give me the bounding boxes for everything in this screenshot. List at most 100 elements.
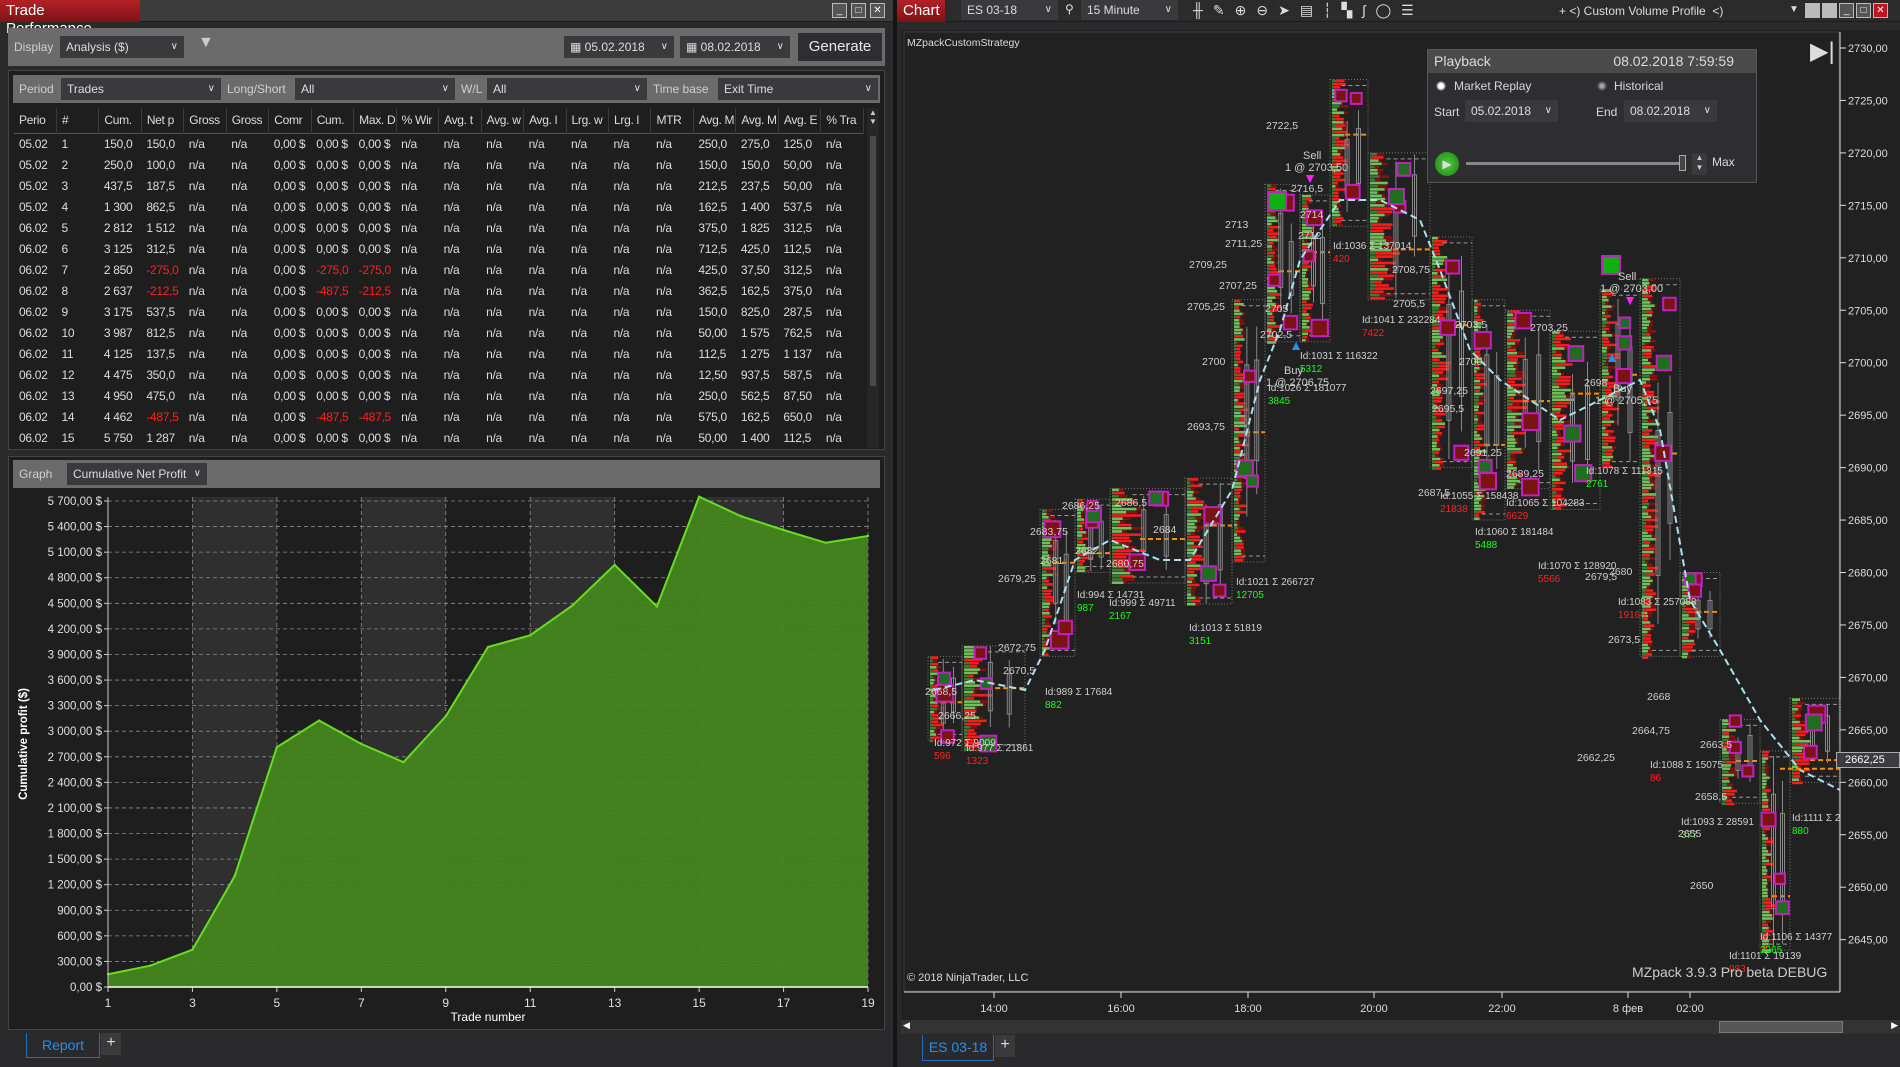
- period-select[interactable]: Trades ∨: [61, 78, 221, 100]
- bar-chart-icon[interactable]: ╫: [1193, 2, 1203, 19]
- speed-stepper[interactable]: ▲ ▼: [1692, 153, 1707, 175]
- close-icon[interactable]: ✕: [870, 3, 885, 18]
- scroll-down-icon[interactable]: ▼: [867, 117, 879, 126]
- table-row[interactable]: 06.02 9 3 175 537,5 n/a n/a 0,00 $0,00 $0,00 $…: [14, 301, 864, 322]
- play-button[interactable]: ▶: [1435, 152, 1459, 176]
- generate-button[interactable]: Generate: [798, 33, 882, 61]
- report-icon[interactable]: ▤: [1300, 2, 1313, 19]
- column-header[interactable]: Gross: [183, 108, 227, 133]
- column-header[interactable]: Avg. E: [778, 108, 822, 133]
- table-row[interactable]: 06.02 15 5 750 1 287 n/a n/a 0,00 $0,00 $0,00 …: [14, 427, 864, 448]
- column-header[interactable]: % Tra: [820, 108, 864, 133]
- scroll-left-icon[interactable]: ◀: [903, 1020, 910, 1031]
- table-row[interactable]: 06.02 5 2 812 1 512 n/a n/a 0,00 $0,00 $0,00 $…: [14, 217, 864, 238]
- volume-bar-sell: [1647, 317, 1651, 320]
- bar-style-icon[interactable]: ┆: [1323, 2, 1331, 19]
- horizontal-scrollbar[interactable]: ◀ ▶: [901, 1020, 1900, 1034]
- splitter[interactable]: [893, 0, 897, 1067]
- column-header[interactable]: Gross: [226, 108, 270, 133]
- column-header[interactable]: % Wir: [396, 108, 440, 133]
- pointer-icon[interactable]: ➤: [1278, 2, 1290, 19]
- table-row[interactable]: 06.02 11 4 125 137,5 n/a n/a 0,00 $0,00 $0,00 …: [14, 343, 864, 364]
- column-header[interactable]: Cum.: [311, 108, 355, 133]
- volume-bar-sell: [1190, 481, 1195, 484]
- column-header[interactable]: #: [56, 108, 100, 133]
- table-row[interactable]: 06.02 14 4 462 -487,5 n/a n/a 0,00 $ -487,5 -487…: [14, 406, 864, 427]
- zoom-out-icon[interactable]: ⊖: [1256, 2, 1268, 19]
- end-date-select[interactable]: 08.02.2018 ∨: [1624, 100, 1717, 122]
- market-replay-radio[interactable]: [1436, 81, 1446, 91]
- add-tab-button[interactable]: +: [101, 1033, 121, 1055]
- column-header[interactable]: Avg. l: [523, 108, 567, 133]
- table-row[interactable]: 06.02 6 3 125 312,5 n/a n/a 0,00 $0,00 $0,00 $…: [14, 238, 864, 259]
- table-row[interactable]: 05.02 2 250,0 100,0 n/a n/a 0,00 $0,00 $0,00 $…: [14, 154, 864, 175]
- y-tick-label: 600,00 $: [57, 931, 102, 943]
- column-header[interactable]: Avg. w: [481, 108, 525, 133]
- column-header[interactable]: Avg. M: [735, 108, 779, 133]
- refresh-icon[interactable]: ◯: [1375, 2, 1391, 19]
- dropdown-icon[interactable]: ▼: [1789, 4, 1799, 15]
- column-header[interactable]: Perio: [14, 108, 57, 133]
- close-icon[interactable]: ✕: [1873, 3, 1888, 18]
- start-date-select[interactable]: 05.02.2018 ∨: [1465, 100, 1558, 122]
- volume-bar-sell: [1302, 306, 1312, 310]
- graph-select[interactable]: Cumulative Net Profit ∨: [67, 463, 207, 485]
- scroll-up-icon[interactable]: ▲: [867, 108, 879, 117]
- tab-es-03-18[interactable]: ES 03-18: [922, 1035, 994, 1061]
- drawing-tool-icon[interactable]: ▚: [1342, 2, 1353, 19]
- table-row[interactable]: 05.02 4 1 300 862,5 n/a n/a 0,00 $0,00 $0,00 $…: [14, 196, 864, 217]
- column-header[interactable]: Avg. M: [693, 108, 737, 133]
- column-header[interactable]: Max. D: [353, 108, 397, 133]
- column-header[interactable]: Lrg. w: [566, 108, 610, 133]
- longshort-select[interactable]: All ∨: [295, 78, 455, 100]
- display-select[interactable]: Analysis ($) ∨: [60, 36, 184, 58]
- date-to-select[interactable]: ▦ 08.02.2018 ∨: [680, 36, 790, 58]
- volume-bar-sell: [1122, 578, 1135, 581]
- minimize-icon[interactable]: _: [832, 3, 847, 18]
- layout-icon[interactable]: [1822, 3, 1837, 18]
- column-header[interactable]: Avg. t: [438, 108, 482, 133]
- table-row[interactable]: 06.02 13 4 950 475,0 n/a n/a 0,00 $0,00 $0,00 …: [14, 385, 864, 406]
- timebase-select[interactable]: Exit Time ∨: [718, 78, 878, 100]
- table-row[interactable]: 05.02 1 150,0 150,0 n/a n/a 0,00 $0,00 $0,00 $…: [14, 133, 864, 154]
- search-icon[interactable]: ⚲: [1065, 2, 1074, 16]
- instrument-select[interactable]: ES 03-18 ∨: [961, 0, 1058, 20]
- list-icon[interactable]: ☰: [1401, 2, 1414, 19]
- table-row[interactable]: 06.02 8 2 637 -212,5 n/a n/a 0,00 $ -487,5 -212,…: [14, 280, 864, 301]
- layout-icon[interactable]: [1805, 3, 1820, 18]
- volume-bar-buy: [1722, 725, 1727, 729]
- column-header[interactable]: Net p: [141, 108, 185, 133]
- add-chart-tab-button[interactable]: +: [995, 1035, 1015, 1057]
- column-header[interactable]: Comr: [268, 108, 312, 133]
- wl-select[interactable]: All ∨: [487, 78, 647, 100]
- column-header[interactable]: Cum.: [98, 108, 142, 133]
- scrollbar-thumb[interactable]: [870, 136, 876, 386]
- column-header[interactable]: MTR: [650, 108, 694, 133]
- date-from-select[interactable]: ▦ 05.02.2018 ∨: [564, 36, 674, 58]
- zoom-in-icon[interactable]: ⊕: [1235, 2, 1247, 19]
- minimize-icon[interactable]: _: [1839, 3, 1854, 18]
- speed-slider-thumb[interactable]: [1679, 155, 1686, 171]
- table-cell: n/a: [486, 304, 502, 319]
- scrollbar-thumb[interactable]: [1719, 1021, 1843, 1033]
- pencil-icon[interactable]: ✎: [1213, 2, 1225, 19]
- speed-slider[interactable]: [1466, 155, 1686, 171]
- skip-to-end-icon[interactable]: ▶|: [1810, 40, 1835, 64]
- scroll-right-icon[interactable]: ▶: [1891, 1020, 1898, 1031]
- strategy-icon[interactable]: ʃ: [1362, 2, 1365, 19]
- column-header[interactable]: Lrg. l: [608, 108, 652, 133]
- filter-icon[interactable]: ▼: [198, 34, 214, 52]
- historical-radio[interactable]: [1597, 81, 1607, 91]
- table-scrollbar[interactable]: ▲ ▼: [867, 108, 879, 448]
- table-row[interactable]: 05.02 3 437,5 187,5 n/a n/a 0,00 $0,00 $0,00 $…: [14, 175, 864, 196]
- tab-report[interactable]: Report: [26, 1033, 100, 1058]
- table-row[interactable]: 06.02 12 4 475 350,0 n/a n/a 0,00 $0,00 $0,00 …: [14, 364, 864, 385]
- volume-bar-sell: [1370, 271, 1388, 274]
- maximize-icon[interactable]: □: [1856, 3, 1871, 18]
- volume-bar-buy: [1042, 595, 1045, 599]
- interval-select[interactable]: 15 Minute ∨: [1081, 0, 1178, 20]
- table-row[interactable]: 06.02 7 2 850 -275,0 n/a n/a 0,00 $ -275,0 -275,…: [14, 259, 864, 280]
- maximize-icon[interactable]: □: [851, 3, 866, 18]
- volume-bar-sell: [934, 710, 938, 714]
- table-row[interactable]: 06.02 10 3 987 812,5 n/a n/a 0,00 $0,00 $0,00 …: [14, 322, 864, 343]
